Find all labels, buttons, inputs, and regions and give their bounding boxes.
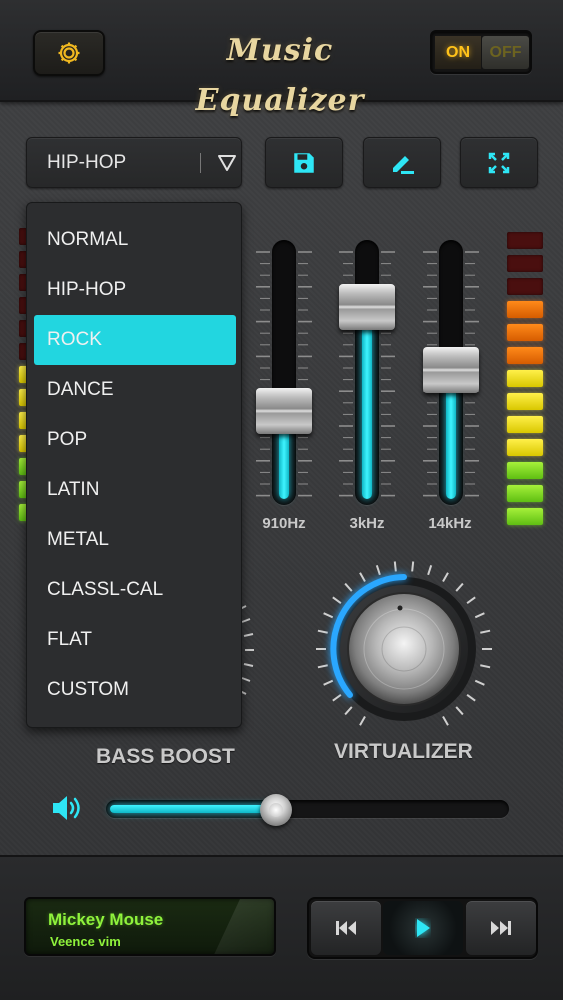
eq-band-fill xyxy=(362,306,372,499)
preset-dropdown-menu: NORMAL HIP-HOP ROCK DANCE POP LATIN METAL CLASS… xyxy=(26,202,242,728)
preset-option-metal[interactable]: METAL xyxy=(34,515,236,565)
eq-band-1[interactable] xyxy=(337,240,397,505)
now-playing-artist: Veence vim xyxy=(50,934,121,949)
eq-band-handle[interactable] xyxy=(256,388,312,435)
speaker-icon[interactable] xyxy=(50,792,84,824)
app-title: Music Equalizer xyxy=(195,33,365,118)
eq-band-handle[interactable] xyxy=(423,346,479,393)
band-label-3khz: 3kHz xyxy=(349,515,385,532)
volume-slider-fill xyxy=(110,805,276,813)
lcd-glare xyxy=(207,899,274,954)
fullscreen-button[interactable] xyxy=(460,137,538,188)
bass-boost-label: BASS BOOST xyxy=(96,745,235,768)
edit-icon xyxy=(393,155,414,174)
app-header: Music Equalizer ON OFF xyxy=(0,0,563,118)
play-icon xyxy=(417,919,430,937)
next-icon xyxy=(491,921,511,935)
settings-button[interactable] xyxy=(33,30,105,76)
eq-band-0[interactable] xyxy=(254,240,314,505)
power-toggle[interactable]: ON OFF xyxy=(430,30,532,74)
playback-controls xyxy=(307,897,538,959)
save-icon xyxy=(294,152,314,173)
preset-option-label: NORMAL xyxy=(47,229,129,250)
dropdown-triangle-icon xyxy=(218,155,236,171)
preset-option-label: HIP-HOP xyxy=(47,279,127,300)
next-button[interactable] xyxy=(466,901,536,955)
eq-band-2[interactable] xyxy=(421,240,481,505)
gear-icon xyxy=(58,42,80,64)
power-off-label: OFF xyxy=(482,36,529,69)
fullscreen-icon xyxy=(488,152,510,173)
play-button[interactable] xyxy=(383,901,463,955)
preset-option-dance[interactable]: DANCE xyxy=(34,365,236,415)
preset-option-hip-hop[interactable]: HIP-HOP xyxy=(34,265,236,315)
band-label-910hz: 910Hz xyxy=(262,515,306,532)
power-on-label: ON xyxy=(435,36,481,69)
preset-option-label: DANCE xyxy=(47,379,114,400)
band-label-14khz: 14kHz xyxy=(428,515,472,532)
preset-option-rock[interactable]: ROCK xyxy=(34,315,236,365)
previous-button[interactable] xyxy=(311,901,381,955)
virtualizer-knob[interactable] xyxy=(312,555,497,740)
preset-option-classl-cal[interactable]: CLASSL-CAL xyxy=(34,565,236,615)
volume-slider-track[interactable] xyxy=(106,800,509,818)
preset-selected-value: HIP-HOP xyxy=(47,152,127,173)
now-playing-display[interactable]: Mickey Mouse Veence vim xyxy=(24,897,276,956)
edit-preset-button[interactable] xyxy=(363,137,441,188)
preset-option-label: METAL xyxy=(47,529,109,550)
virtualizer-label: VIRTUALIZER xyxy=(334,740,473,763)
preset-option-label: POP xyxy=(47,429,88,450)
preset-option-label: CLASSL-CAL xyxy=(47,579,164,600)
vu-meter-right xyxy=(507,232,543,531)
eq-band-handle[interactable] xyxy=(339,283,395,330)
volume-slider-thumb[interactable] xyxy=(260,794,292,826)
preset-option-latin[interactable]: LATIN xyxy=(34,465,236,515)
preset-option-custom[interactable]: CUSTOM xyxy=(34,665,236,715)
preset-dropdown[interactable]: HIP-HOP xyxy=(26,137,242,188)
dropdown-divider xyxy=(200,153,201,173)
preset-option-flat[interactable]: FLAT xyxy=(34,615,236,665)
preset-option-normal[interactable]: NORMAL xyxy=(34,215,236,265)
now-playing-title: Mickey Mouse xyxy=(48,910,164,929)
previous-icon xyxy=(336,921,356,935)
preset-option-label: FLAT xyxy=(47,629,93,650)
preset-option-pop[interactable]: POP xyxy=(34,415,236,465)
preset-option-label: ROCK xyxy=(47,329,102,350)
preset-option-label: CUSTOM xyxy=(47,679,129,700)
preset-option-label: LATIN xyxy=(47,479,100,500)
save-preset-button[interactable] xyxy=(265,137,343,188)
